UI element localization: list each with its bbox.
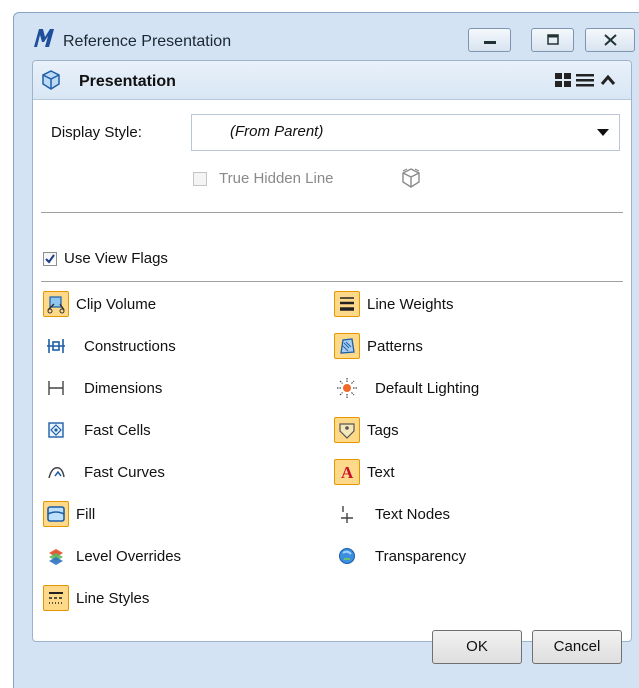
flag-label: Fast Cells — [84, 422, 151, 439]
clip-volume-icon — [43, 291, 69, 317]
hidden-line-cube-icon — [402, 168, 420, 188]
use-view-flags-label: Use View Flags — [64, 250, 168, 267]
ok-button[interactable]: OK — [432, 630, 522, 664]
dimensions-icon — [43, 375, 69, 401]
flag-clip-volume[interactable]: Clip Volume — [43, 291, 243, 319]
true-hidden-line-checkbox[interactable] — [193, 172, 207, 186]
maximize-icon — [547, 34, 559, 45]
flag-fill[interactable]: Fill — [43, 501, 243, 529]
flag-label: Dimensions — [84, 380, 163, 397]
minimize-button[interactable] — [468, 28, 511, 52]
flag-label: Fast Curves — [84, 464, 165, 481]
flag-label: Default Lighting — [375, 380, 480, 397]
flag-label: Line Styles — [76, 590, 150, 607]
flag-label: Clip Volume — [76, 296, 157, 313]
flag-label: Patterns — [367, 338, 423, 355]
fill-icon — [43, 501, 69, 527]
app-logo-icon — [34, 29, 54, 47]
flag-label: Transparency — [375, 548, 467, 565]
flag-level-overrides[interactable]: Level Overrides — [43, 543, 243, 571]
flag-label: Text — [367, 464, 395, 481]
flag-tags[interactable]: Tags — [334, 417, 554, 445]
cancel-button[interactable]: Cancel — [532, 630, 622, 664]
presentation-panel: Presentation Display Style: (From Parent… — [32, 60, 632, 642]
flag-constructions[interactable]: Constructions — [43, 333, 243, 361]
checkmark-icon — [45, 254, 55, 264]
flag-transparency[interactable]: Transparency — [334, 543, 554, 571]
text-nodes-icon — [334, 501, 360, 527]
flag-fast-cells[interactable]: Fast Cells — [43, 417, 243, 445]
level-overrides-icon — [43, 543, 69, 569]
flag-line-styles[interactable]: Line Styles — [43, 585, 243, 613]
tags-icon — [334, 417, 360, 443]
display-style-label: Display Style: — [51, 124, 142, 141]
divider — [41, 212, 623, 213]
flag-default-lighting[interactable]: Default Lighting — [334, 375, 554, 403]
flag-patterns[interactable]: Patterns — [334, 333, 554, 361]
flag-label: Text Nodes — [375, 506, 451, 523]
chevron-down-icon — [597, 129, 609, 136]
line-weights-icon — [334, 291, 360, 317]
collapse-chevron-icon[interactable] — [600, 72, 616, 88]
divider — [41, 281, 623, 282]
transparency-icon — [334, 543, 360, 569]
flag-text-nodes[interactable]: Text Nodes — [334, 501, 554, 529]
flag-label: Constructions — [84, 338, 176, 355]
close-button[interactable] — [585, 28, 635, 52]
list-view-icon[interactable] — [575, 72, 595, 88]
fast-cells-icon — [43, 417, 69, 443]
flag-label: Line Weights — [367, 296, 454, 313]
svg-text:A: A — [341, 463, 354, 482]
panel-title: Presentation — [79, 73, 176, 90]
panel-header[interactable]: Presentation — [33, 61, 631, 100]
flag-dimensions[interactable]: Dimensions — [43, 375, 243, 403]
presentation-cube-icon — [42, 70, 60, 90]
flag-fast-curves[interactable]: Fast Curves — [43, 459, 243, 487]
fast-curves-icon — [43, 459, 69, 485]
title-bar[interactable]: Reference Presentation — [14, 13, 639, 57]
line-styles-icon — [43, 585, 69, 611]
close-icon — [604, 34, 617, 46]
grid-view-icon[interactable] — [554, 72, 572, 88]
constructions-icon — [43, 333, 69, 359]
use-view-flags-checkbox[interactable] — [43, 252, 57, 266]
display-style-dropdown[interactable]: (From Parent) — [191, 114, 620, 151]
flag-label: Fill — [76, 506, 96, 523]
flag-label: Level Overrides — [76, 548, 182, 565]
patterns-icon — [334, 333, 360, 359]
default-lighting-icon — [334, 375, 360, 401]
text-icon: A — [334, 459, 360, 485]
flag-text[interactable]: A Text — [334, 459, 554, 487]
minimize-icon — [484, 41, 496, 44]
display-style-value: (From Parent) — [230, 123, 324, 140]
flag-label: Tags — [367, 422, 399, 439]
true-hidden-line-label: True Hidden Line — [219, 170, 334, 187]
flag-line-weights[interactable]: Line Weights — [334, 291, 554, 319]
window-title: Reference Presentation — [63, 33, 232, 50]
maximize-button[interactable] — [531, 28, 574, 52]
dialog-window: Reference Presentation Presentation Disp… — [13, 12, 639, 688]
